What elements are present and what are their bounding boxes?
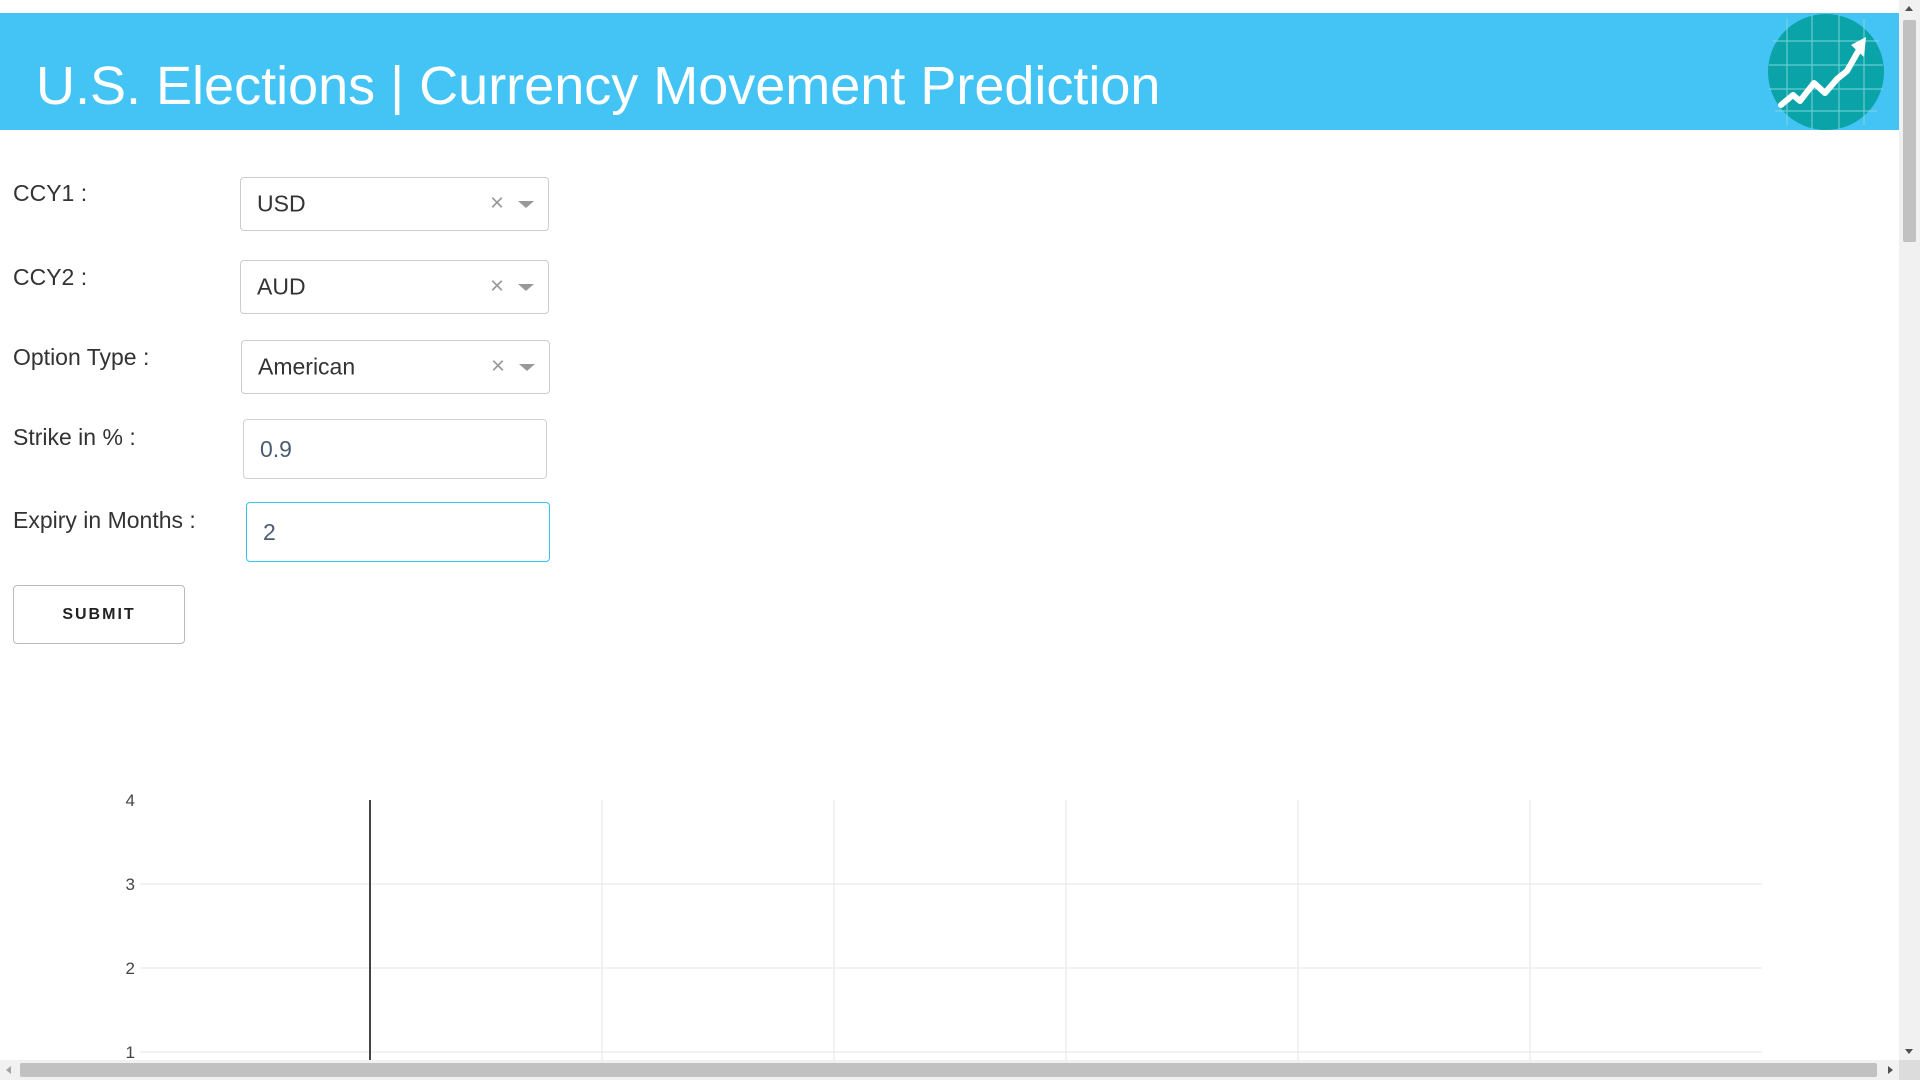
horizontal-grid [140,883,1762,1053]
option-type-select[interactable]: American × [241,340,550,394]
option-type-label: Option Type : [13,344,150,370]
prediction-chart[interactable]: 1 2 3 4 [0,780,1899,1060]
option-type-selected-value: American [258,353,356,380]
clear-icon[interactable]: × [491,354,505,379]
vertical-grid [601,800,1531,1060]
vertical-scrollbar[interactable] [1899,0,1920,1060]
y-axis-ticks: 1 2 3 4 [126,791,135,1060]
scroll-up-icon[interactable] [1905,6,1913,11]
expiry-label: Expiry in Months : [13,507,196,533]
horizontal-scrollbar[interactable] [0,1060,1899,1080]
top-strip [0,0,1899,13]
clear-icon[interactable]: × [490,191,504,216]
ccy2-selected-value: AUD [257,273,306,300]
horizontal-scroll-thumb[interactable] [20,1063,1877,1077]
scroll-left-icon[interactable] [6,1066,11,1074]
submit-button[interactable]: SUBMIT [13,585,185,644]
y-tick-label: 3 [126,875,135,894]
strike-label: Strike in % : [13,424,136,450]
strike-input[interactable] [243,419,547,479]
scrollbar-corner [1899,1060,1920,1080]
scroll-down-icon[interactable] [1905,1049,1913,1054]
scroll-right-icon[interactable] [1888,1066,1893,1074]
ccy2-select[interactable]: AUD × [240,260,549,314]
ccy1-label: CCY1 : [13,180,88,206]
y-tick-label: 4 [126,791,135,810]
ccy2-label: CCY2 : [13,264,88,290]
rising-chart-globe-icon [1768,14,1884,130]
chevron-down-icon[interactable] [518,284,534,291]
app-header: U.S. Elections | Currency Movement Predi… [0,13,1899,130]
expiry-input[interactable] [246,502,550,562]
chevron-down-icon[interactable] [519,364,535,371]
page-title: U.S. Elections | Currency Movement Predi… [36,56,1161,116]
y-tick-label: 2 [126,959,135,978]
y-tick-label: 1 [126,1043,135,1060]
clear-icon[interactable]: × [490,274,504,299]
vertical-scroll-thumb[interactable] [1903,20,1916,242]
chevron-down-icon[interactable] [518,201,534,208]
ccy1-select[interactable]: USD × [240,177,549,231]
ccy1-selected-value: USD [257,190,306,217]
